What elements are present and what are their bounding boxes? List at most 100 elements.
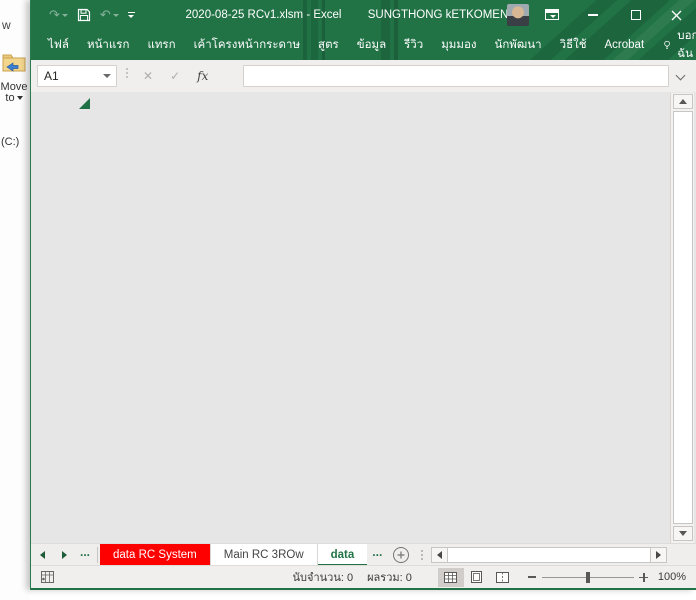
sheet-tab-main-rc-3row[interactable]: Main RC 3ROw (211, 544, 318, 566)
title-bar: ↷ ↶ 2020-08-25 RCv1.xlsm - Excel SUNGTHO… (31, 0, 696, 30)
undo-icon[interactable]: ↶ (100, 4, 119, 26)
background-explorer-window: w Move to (C:) (0, 0, 30, 600)
tabbar-separator (421, 550, 423, 560)
ribbon-tab-data[interactable]: ข้อมูล (348, 30, 395, 60)
ribbon-tab-help[interactable]: วิธีใช้ (551, 30, 596, 60)
save-icon[interactable] (77, 4, 91, 26)
normal-view-button[interactable] (438, 568, 464, 587)
expand-formula-bar-icon[interactable] (677, 72, 685, 80)
lightbulb-icon (663, 38, 671, 52)
ribbon-tab-insert[interactable]: แทรก (138, 30, 184, 60)
sheet-tab-data-active[interactable]: data (318, 544, 368, 566)
redo-caret-icon (62, 14, 68, 17)
ribbon-tab-developer[interactable]: นักพัฒนา (485, 30, 550, 60)
maximize-icon (631, 10, 641, 20)
undo-caret-icon (113, 14, 119, 17)
arrow-right-icon (656, 551, 661, 559)
tabbar-divider (97, 547, 98, 563)
close-icon (671, 10, 682, 21)
ribbon-tab-bar: ไฟล์ หน้าแรก แทรก เค้าโครงหน้ากระดาษ สูต… (31, 30, 696, 60)
screen: w Move to (C:) ↷ (0, 0, 696, 600)
ribbon-tab-formulas[interactable]: สูตร (309, 30, 348, 60)
name-box[interactable]: A1 (37, 65, 117, 87)
ribbon-tab-view[interactable]: มุมมอง (432, 30, 485, 60)
zoom-slider-handle[interactable] (586, 572, 590, 583)
scroll-right-button[interactable] (650, 547, 667, 563)
sheet-nav-left-button[interactable] (31, 544, 53, 566)
sheet-overflow-right[interactable]: ... (367, 545, 387, 565)
drive-label: (C:) (1, 136, 19, 148)
scroll-down-button[interactable] (673, 526, 693, 541)
plus-icon (639, 573, 648, 582)
page-layout-icon (470, 571, 483, 583)
page-layout-view-button[interactable] (464, 568, 490, 587)
formula-bar-buttons: ✕ ✓ fx (143, 60, 208, 92)
arrow-right-icon (62, 551, 67, 559)
plus-icon (397, 551, 405, 559)
sheet-tab-data-rc-system[interactable]: data RC System (100, 544, 211, 566)
vertical-scrollbar[interactable] (670, 93, 694, 543)
sheet-overflow-left[interactable]: ... (75, 545, 95, 565)
minimize-button[interactable] (576, 0, 610, 30)
ribbon-tab-acrobat[interactable]: Acrobat (596, 30, 654, 60)
horizontal-scrollbar-thumb[interactable] (448, 547, 650, 563)
zoom-slider[interactable] (542, 568, 634, 587)
zoom-out-button[interactable] (524, 568, 540, 587)
move-to-button[interactable]: Move to (0, 82, 28, 104)
tell-me-label: บอกฉัน (677, 27, 696, 60)
formula-input[interactable] (243, 65, 669, 87)
horizontal-scrollbar[interactable] (431, 547, 667, 563)
status-count: นับจำนวน: 0 (293, 568, 354, 586)
macro-record-icon (41, 571, 54, 583)
move-to-label-line2: to (5, 92, 14, 104)
account-user-name[interactable]: SUNGTHONG kETKOMEN (369, 0, 507, 30)
title-and-ribbon-header: ↷ ↶ 2020-08-25 RCv1.xlsm - Excel SUNGTHO… (31, 0, 696, 60)
name-box-value: A1 (38, 69, 103, 83)
arrow-down-icon (679, 531, 687, 536)
move-to-caret-icon (17, 96, 23, 100)
arrow-left-icon (437, 551, 442, 559)
insert-function-icon[interactable]: fx (197, 69, 208, 83)
redo-icon[interactable]: ↷ (49, 4, 68, 26)
user-avatar[interactable] (507, 4, 529, 26)
ribbon-tab-file[interactable]: ไฟล์ (39, 30, 78, 60)
window-title: 2020-08-25 RCv1.xlsm - Excel (181, 0, 346, 30)
zoom-in-button[interactable] (636, 568, 652, 587)
scroll-left-button[interactable] (431, 547, 448, 563)
window-bottom-border (31, 588, 696, 590)
close-button[interactable] (659, 0, 693, 30)
ribbon-display-options-icon[interactable] (545, 9, 559, 20)
excel-window: ↷ ↶ 2020-08-25 RCv1.xlsm - Excel SUNGTHO… (30, 0, 696, 590)
arrow-up-icon (679, 99, 687, 104)
status-sum: ผลรวม: 0 (367, 568, 412, 586)
customize-quick-access-icon[interactable] (128, 4, 135, 26)
scroll-up-button[interactable] (673, 94, 693, 109)
zoom-level[interactable]: 100% (658, 571, 686, 583)
name-box-dropdown-icon[interactable] (103, 74, 111, 78)
tell-me-button[interactable]: บอกฉัน (653, 30, 696, 60)
sheet-tab-bar: ... data RC System Main RC 3ROw data ... (31, 543, 696, 565)
cancel-icon[interactable]: ✕ (143, 69, 153, 83)
enter-icon[interactable]: ✓ (170, 69, 180, 83)
page-break-preview-icon (496, 572, 509, 583)
macro-record-button[interactable] (37, 568, 57, 586)
ribbon-tab-home[interactable]: หน้าแรก (78, 30, 138, 60)
sheet-nav-right-button[interactable] (53, 544, 75, 566)
sheet-corner-triangle (79, 98, 90, 109)
page-break-preview-button[interactable] (490, 568, 516, 587)
arrow-left-icon (40, 551, 45, 559)
maximize-button[interactable] (619, 0, 653, 30)
worksheet-area[interactable] (31, 92, 696, 543)
formula-bar-separator (126, 68, 128, 78)
formula-bar-row: A1 ✕ ✓ fx (31, 60, 696, 92)
explorer-partial-text: w (2, 18, 11, 32)
ribbon-tab-review[interactable]: รีวิว (395, 30, 432, 60)
vertical-scrollbar-thumb[interactable] (673, 111, 693, 524)
minimize-icon (588, 14, 598, 16)
normal-view-icon (444, 572, 457, 583)
ribbon-tab-page-layout[interactable]: เค้าโครงหน้ากระดาษ (185, 30, 309, 60)
quick-access-toolbar: ↷ ↶ (49, 0, 135, 30)
new-sheet-button[interactable] (393, 547, 409, 563)
move-to-folder-icon (1, 50, 27, 79)
minus-icon (528, 576, 536, 578)
